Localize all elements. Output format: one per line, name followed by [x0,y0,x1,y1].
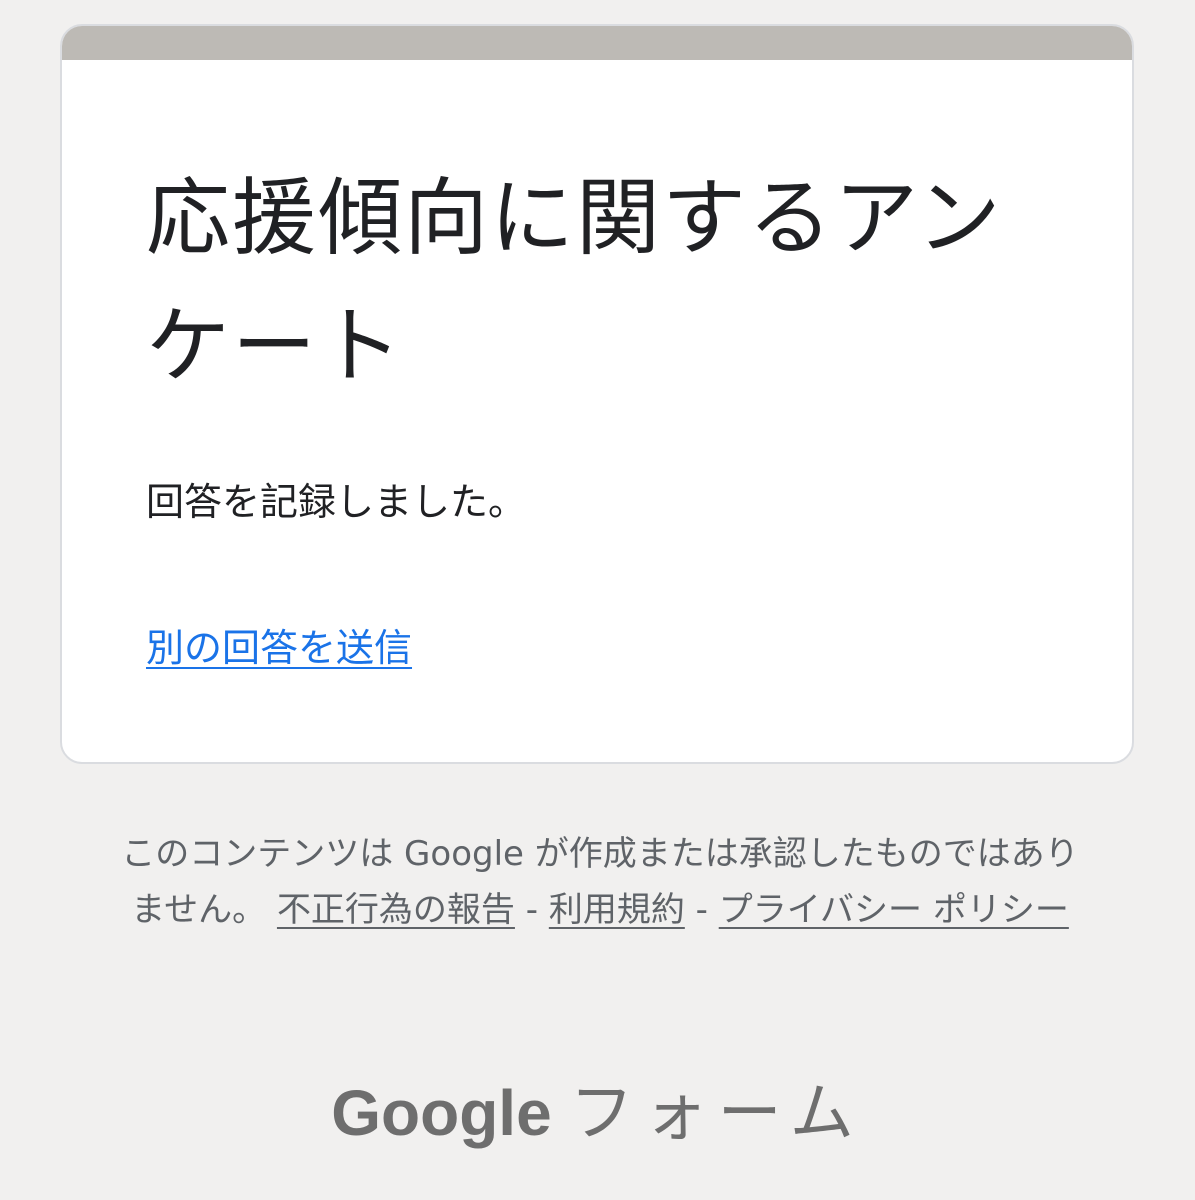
footer-separator: - [684,890,719,930]
form-card: 応援傾向に関するアンケート 回答を記録しました。 別の回答を送信 [60,24,1134,764]
terms-link[interactable]: 利用規約 [549,890,685,930]
footer-disclaimer: このコンテンツは Google が作成または承認したものではありません。 不正行… [120,826,1080,938]
forms-logo-text: フォーム [569,1077,864,1151]
form-title: 応援傾向に関するアンケート [146,169,1003,395]
confirmation-message: 回答を記録しました。 [146,480,527,524]
google-forms-logo[interactable]: Google フォーム [0,1068,1195,1159]
privacy-policy-link[interactable]: プライバシー ポリシー [719,890,1069,930]
report-abuse-link[interactable]: 不正行為の報告 [277,890,515,930]
card-accent-bar [62,26,1132,60]
footer-separator: - [514,890,549,930]
submit-another-response-link[interactable]: 別の回答を送信 [146,620,412,676]
google-logo-text: Google [331,1077,552,1149]
